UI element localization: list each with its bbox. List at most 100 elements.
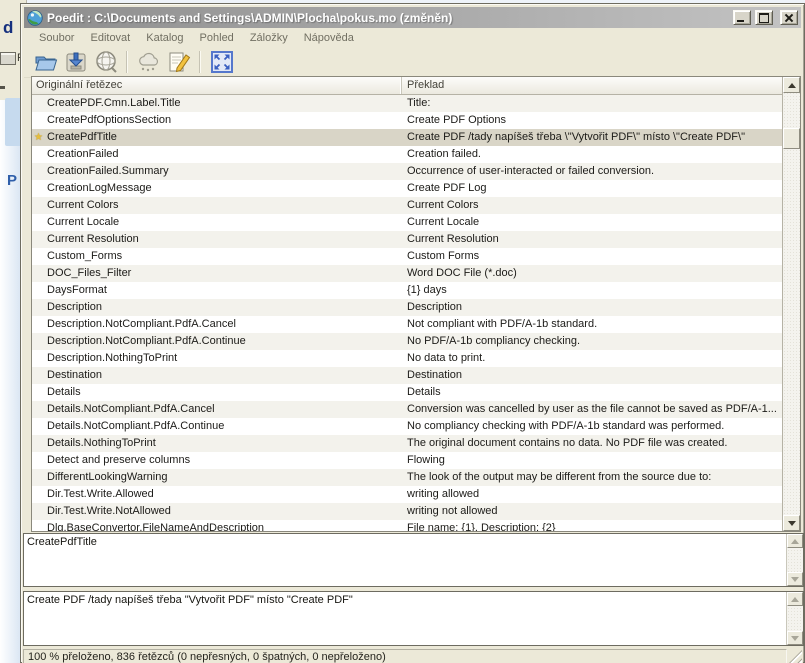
source-cell: DifferentLookingWarning: [32, 469, 402, 486]
table-row[interactable]: Dir.Test.Write.NotAllowedwriting not all…: [32, 503, 782, 520]
table-row[interactable]: Description.NothingToPrintNo data to pri…: [32, 350, 782, 367]
source-cell: CreationLogMessage: [32, 180, 402, 197]
edit-comment-button[interactable]: [165, 49, 192, 76]
table-row[interactable]: DifferentLookingWarningThe look of the o…: [32, 469, 782, 486]
table-row[interactable]: Custom_FormsCustom Forms: [32, 248, 782, 265]
open-file-button[interactable]: [32, 49, 59, 76]
fuzzy-star-icon: ★: [34, 129, 43, 146]
table-row[interactable]: Description.NotCompliant.PdfA.ContinueNo…: [32, 333, 782, 350]
translation-text-box[interactable]: Create PDF /tady napíšeš třeba "Vytvořit…: [23, 591, 804, 646]
menu-item-zalozky[interactable]: Záložky: [242, 30, 296, 46]
table-row[interactable]: DaysFormat{1} days: [32, 282, 782, 299]
resize-grip[interactable]: [789, 650, 802, 663]
minimize-button[interactable]: [733, 10, 751, 25]
table-row[interactable]: Details.NotCompliant.PdfA.CancelConversi…: [32, 401, 782, 418]
table-row[interactable]: Detect and preserve columnsFlowing: [32, 452, 782, 469]
source-cell: DaysFormat: [32, 282, 402, 299]
scroll-up-button[interactable]: [787, 592, 803, 606]
source-cell: Description.NothingToPrint: [32, 350, 402, 367]
table-row[interactable]: CreationLogMessageCreate PDF Log: [32, 180, 782, 197]
table-row[interactable]: DOC_Files_FilterWord DOC File (*.doc): [32, 265, 782, 282]
translation-cell: Create PDF Options: [402, 112, 782, 129]
table-row[interactable]: Current LocaleCurrent Locale: [32, 214, 782, 231]
poedit-globe-icon: [27, 10, 43, 26]
source-cell: CreatePdfTitle★: [32, 129, 402, 146]
source-cell: DOC_Files_Filter: [32, 265, 402, 282]
scroll-track[interactable]: [783, 93, 800, 515]
source-cell: CreationFailed: [32, 146, 402, 163]
menu-item-napoveda[interactable]: Nápověda: [296, 30, 362, 46]
table-row[interactable]: Details.NothingToPrintThe original docum…: [32, 435, 782, 452]
fullscreen-button[interactable]: [208, 49, 235, 76]
translation-cell: File name: {1}. Description: {2}: [402, 520, 782, 531]
status-text: 100 % přeloženo, 836 řetězců (0 nepřesný…: [23, 649, 787, 663]
fullscreen-icon: [209, 49, 235, 75]
menu-item-katalog[interactable]: Katalog: [138, 30, 191, 46]
close-icon: [781, 11, 797, 24]
save-catalog-button[interactable]: [62, 49, 89, 76]
table-row[interactable]: DetailsDetails: [32, 384, 782, 401]
window-title: Poedit : C:\Documents and Settings\ADMIN…: [47, 11, 729, 25]
translation-scrollbar[interactable]: [786, 592, 803, 645]
table-row[interactable]: Details.NotCompliant.PdfA.ContinueNo com…: [32, 418, 782, 435]
column-header-translation[interactable]: Překlad: [402, 77, 782, 94]
poedit-window: Poedit : C:\Documents and Settings\ADMIN…: [20, 3, 805, 663]
translation-cell: No compliancy checking with PDF/A-1b sta…: [402, 418, 782, 435]
translation-cell: Title:: [402, 95, 782, 112]
table-row[interactable]: Current ResolutionCurrent Resolution: [32, 231, 782, 248]
table-row[interactable]: CreatePDF.Cmn.Label.TitleTitle:: [32, 95, 782, 112]
source-cell: Details.NothingToPrint: [32, 435, 402, 452]
toolbar-separator: [199, 51, 201, 73]
arrow-up-icon: [791, 539, 799, 544]
status-bar: 100 % přeloženo, 836 řetězců (0 nepřesný…: [22, 648, 803, 663]
menu-item-pohled[interactable]: Pohled: [192, 30, 242, 46]
table-header: Originální řetězec Překlad: [32, 77, 782, 95]
scroll-down-button[interactable]: [783, 515, 800, 531]
background-tick: [0, 86, 5, 89]
translation-cell: Word DOC File (*.doc): [402, 265, 782, 282]
table-row[interactable]: Dir.Test.Write.Allowedwriting allowed: [32, 486, 782, 503]
translation-cell: Current Locale: [402, 214, 782, 231]
table-row[interactable]: Dlg.BaseConvertor.FileNameAndDescription…: [32, 520, 782, 531]
table-row[interactable]: DescriptionDescription: [32, 299, 782, 316]
table-row[interactable]: CreationFailedCreation failed.: [32, 146, 782, 163]
translation-cell: The look of the output may be different …: [402, 469, 782, 486]
edit-comment-icon: [166, 49, 192, 75]
column-header-original[interactable]: Originální řetězec: [32, 77, 402, 94]
source-scrollbar[interactable]: [786, 534, 803, 586]
translation-cell: Conversion was cancelled by user as the …: [402, 401, 782, 418]
translation-cell: writing not allowed: [402, 503, 782, 520]
menu-item-editovat[interactable]: Editovat: [82, 30, 138, 46]
table-row[interactable]: Current ColorsCurrent Colors: [32, 197, 782, 214]
translation-cell: No PDF/A-1b compliancy checking.: [402, 333, 782, 350]
scroll-up-button[interactable]: [783, 77, 800, 93]
scroll-thumb[interactable]: [783, 128, 800, 149]
translation-cell: Details: [402, 384, 782, 401]
scroll-down-button[interactable]: [787, 572, 803, 586]
save-catalog-icon: [63, 49, 89, 75]
table-row[interactable]: CreatePdfTitle★Create PDF /tady napíšeš …: [32, 129, 782, 146]
table-row[interactable]: CreatePdfOptionsSectionCreate PDF Option…: [32, 112, 782, 129]
source-cell: Description: [32, 299, 402, 316]
source-text-box[interactable]: CreatePdfTitle: [23, 533, 804, 587]
close-button[interactable]: [780, 10, 798, 25]
scroll-down-button[interactable]: [787, 631, 803, 645]
translation-cell: Create PDF Log: [402, 180, 782, 197]
menu-item-soubor[interactable]: Soubor: [31, 30, 82, 46]
table-scrollbar[interactable]: [782, 77, 800, 531]
table-row[interactable]: CreationFailed.SummaryOccurrence of user…: [32, 163, 782, 180]
translation-cell: Current Resolution: [402, 231, 782, 248]
update-catalog-button[interactable]: [92, 49, 119, 76]
translation-cell: Flowing: [402, 452, 782, 469]
scroll-up-button[interactable]: [787, 534, 803, 548]
maximize-button[interactable]: [755, 10, 773, 25]
fuzzy-toggle-button[interactable]: [135, 49, 162, 76]
table-row[interactable]: DestinationDestination: [32, 367, 782, 384]
source-cell: Dlg.BaseConvertor.FileNameAndDescription: [32, 520, 402, 531]
source-cell: Current Colors: [32, 197, 402, 214]
table-row[interactable]: Description.NotCompliant.PdfA.CancelNot …: [32, 316, 782, 333]
open-file-icon: [33, 49, 59, 75]
title-bar[interactable]: Poedit : C:\Documents and Settings\ADMIN…: [24, 7, 801, 28]
source-cell: Dir.Test.Write.NotAllowed: [32, 503, 402, 520]
arrow-down-icon: [788, 521, 796, 526]
